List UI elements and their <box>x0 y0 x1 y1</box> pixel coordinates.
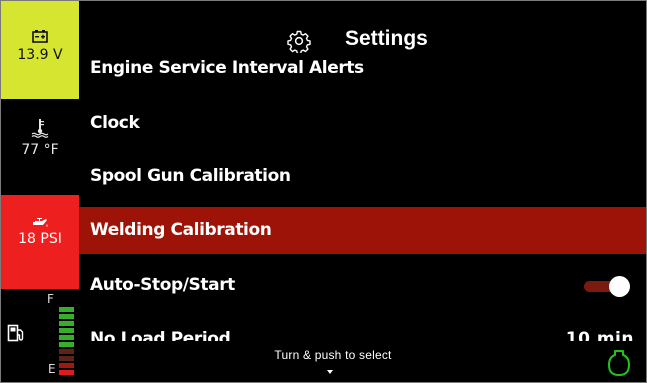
status-column: 13.9 V 77 °F 18 PSI F E <box>1 1 79 382</box>
menu-item-clock[interactable]: Clock <box>79 100 646 147</box>
fuel-level-segment <box>59 363 74 368</box>
fuel-level-segment <box>59 349 74 354</box>
oil-pressure-value: 18 PSI <box>18 231 62 247</box>
device-screen: 13.9 V 77 °F 18 PSI F E Engine Service I… <box>0 0 647 383</box>
fuel-level-segment <box>59 328 74 333</box>
menu-item-label: Spool Gun Calibration <box>90 166 291 186</box>
battery-gauge: 13.9 V <box>1 1 79 99</box>
fuel-pump-icon <box>7 324 24 342</box>
settings-header: Settings <box>79 1 646 53</box>
coolant-temperature-value: 77 °F <box>21 142 59 158</box>
footer-bar: Turn & push to select <box>79 341 646 382</box>
toggle-knob <box>609 276 630 297</box>
settings-panel: Engine Service Interval Alerts Clock Spo… <box>79 1 646 382</box>
coolant-temperature-gauge: 77 °F <box>1 99 79 193</box>
menu-item-label: Welding Calibration <box>90 220 272 240</box>
fuel-level-bars <box>59 307 74 377</box>
oil-pressure-gauge: 18 PSI <box>1 195 79 289</box>
fuel-empty-label: E <box>48 362 56 376</box>
fuel-level-segment <box>59 314 74 319</box>
fuel-level-segment <box>59 342 74 347</box>
menu-item-label: Engine Service Interval Alerts <box>90 58 364 78</box>
oil-pressure-icon <box>32 218 48 227</box>
menu-item-auto-stop-start[interactable]: Auto-Stop/Start <box>79 262 646 309</box>
gear-icon <box>287 30 311 53</box>
fuel-level-segment <box>59 335 74 340</box>
battery-voltage: 13.9 V <box>17 47 63 63</box>
menu-item-welding-calibration[interactable]: Welding Calibration <box>79 207 646 254</box>
navigation-hint: Turn & push to select <box>274 348 392 362</box>
menu-item-label: Clock <box>90 113 140 133</box>
fuel-level-segment <box>59 370 74 375</box>
menu-item-spool-gun-calibration[interactable]: Spool Gun Calibration <box>79 153 646 200</box>
battery-icon <box>32 30 48 43</box>
menu-item-label: Auto-Stop/Start <box>90 275 235 295</box>
fuel-level-segment <box>59 356 74 361</box>
menu-item-engine-service-interval-alerts[interactable]: Engine Service Interval Alerts <box>79 45 646 85</box>
coolant-temperature-icon <box>31 119 49 138</box>
fuel-level-segment <box>59 321 74 326</box>
fuel-level-segment <box>59 307 74 312</box>
control-knob-icon <box>608 350 630 376</box>
page-title: Settings <box>345 27 428 50</box>
fuel-full-label: F <box>47 292 54 306</box>
fuel-gauge: F E <box>1 291 79 382</box>
chevron-down-icon <box>327 370 333 374</box>
auto-stop-start-toggle[interactable] <box>584 276 630 297</box>
